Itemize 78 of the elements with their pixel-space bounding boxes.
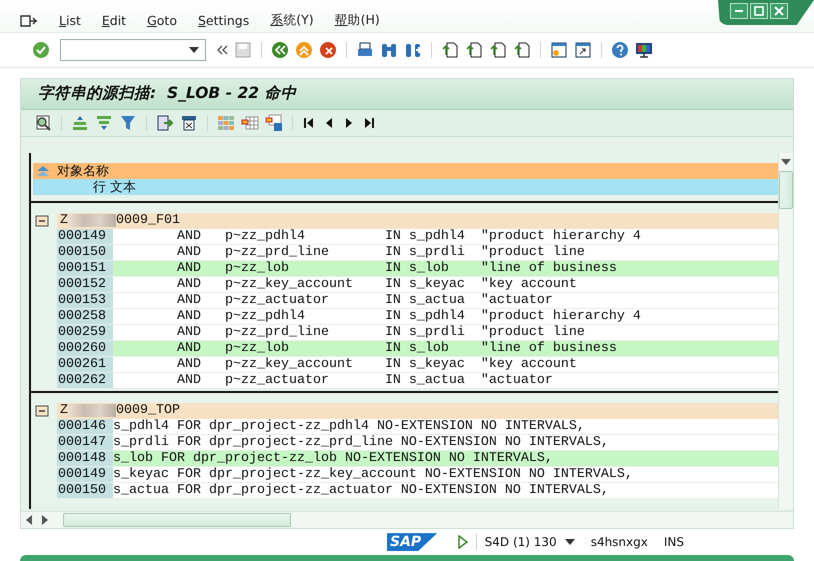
help-icon[interactable] — [611, 40, 629, 59]
first-page-icon[interactable] — [302, 116, 316, 130]
program-name-row[interactable]: Z 0009_TOP — [57, 402, 778, 419]
scroll-left-icon[interactable] — [25, 515, 33, 526]
scroll-down-icon[interactable] — [781, 158, 791, 165]
insert-mode: INS — [664, 535, 684, 550]
scroll-thumb[interactable] — [779, 170, 793, 209]
folder-toggle-icon[interactable] — [35, 214, 49, 227]
page-icon[interactable] — [513, 40, 531, 59]
save-layout-icon[interactable] — [265, 114, 283, 132]
line-number: 000150 — [57, 482, 113, 498]
maximize-button[interactable] — [750, 3, 768, 19]
choose-layout-icon[interactable] — [241, 114, 259, 132]
vertical-scrollbar[interactable] — [778, 152, 793, 509]
line-number: 000149 — [57, 228, 113, 244]
program-name-row[interactable]: Z 0009_F01 — [57, 212, 778, 229]
maximize-icon — [754, 6, 764, 16]
program-name: 0009_TOP — [116, 403, 180, 418]
horizontal-scroll-thumb[interactable] — [63, 513, 291, 528]
line-number: 000148 — [57, 450, 113, 466]
line-text-header: 行 文本 — [93, 178, 136, 196]
sort-ascending-icon[interactable] — [71, 114, 89, 132]
line-number: 000258 — [57, 308, 113, 324]
double-chevron-icon[interactable] — [216, 44, 228, 56]
new-window-icon[interactable] — [550, 40, 568, 59]
line-number: 000153 — [57, 292, 113, 308]
close-button[interactable] — [770, 3, 788, 19]
command-field[interactable] — [60, 38, 206, 61]
line-number: 000261 — [57, 356, 113, 372]
detail-icon[interactable] — [34, 114, 52, 132]
menu-item[interactable]: 帮助(H) — [334, 12, 380, 29]
sort-descending-icon[interactable] — [95, 114, 113, 132]
server-name: s4hsnxgx — [590, 535, 648, 550]
menu-item[interactable]: Goto — [147, 13, 177, 28]
redacted-block — [68, 214, 116, 228]
minimize-icon — [734, 10, 744, 12]
menu-item[interactable]: Settings — [198, 13, 250, 28]
line-number: 000260 — [57, 340, 113, 356]
minimize-button[interactable] — [730, 3, 748, 19]
play-icon[interactable] — [458, 535, 468, 550]
cancel-icon[interactable] — [319, 40, 337, 59]
system-info: S4D (1) 130 — [484, 535, 557, 550]
filter-icon[interactable] — [119, 114, 137, 132]
screen-title: 字符串的源扫描: S_LOB - 22 命中 — [38, 83, 296, 104]
folder-toggle-icon[interactable] — [35, 404, 49, 417]
export-icon[interactable] — [156, 114, 174, 132]
last-page-icon[interactable] — [362, 116, 376, 130]
check-icon[interactable] — [32, 40, 50, 59]
line-number: 000150 — [57, 244, 113, 260]
program-name: 0009_F01 — [116, 213, 180, 228]
close-icon — [774, 6, 784, 16]
program-name: Z — [60, 403, 68, 418]
back-icon[interactable] — [271, 40, 289, 59]
print-preview-icon[interactable] — [180, 114, 198, 132]
menu-item[interactable]: List — [59, 13, 81, 28]
menu-item[interactable]: 系统(Y) — [270, 12, 314, 29]
line-number: 000147 — [57, 434, 113, 450]
line-number: 000152 — [57, 276, 113, 292]
sap-logo: SAP — [387, 533, 438, 552]
menu-icon[interactable] — [20, 14, 38, 28]
program-name: Z — [60, 213, 68, 228]
line-number: 000262 — [57, 372, 113, 388]
dropdown-icon[interactable] — [564, 539, 575, 546]
line-number: 000146 — [57, 418, 113, 434]
dropdown-icon[interactable] — [189, 46, 199, 53]
page-icon[interactable] — [489, 40, 507, 59]
menu-item[interactable]: Edit — [102, 13, 126, 28]
redacted-block — [68, 404, 116, 418]
monitor-icon[interactable] — [635, 40, 653, 59]
scroll-right-icon[interactable] — [41, 515, 49, 526]
page-icon[interactable] — [465, 40, 483, 59]
print-icon[interactable] — [356, 40, 374, 59]
page-icon[interactable] — [441, 40, 459, 59]
object-name-header: 对象名称 — [57, 162, 109, 180]
line-number: 000149 — [57, 466, 113, 482]
shortcut-icon[interactable] — [574, 40, 592, 59]
line-number: 000151 — [57, 260, 113, 276]
line-number: 000259 — [57, 324, 113, 340]
